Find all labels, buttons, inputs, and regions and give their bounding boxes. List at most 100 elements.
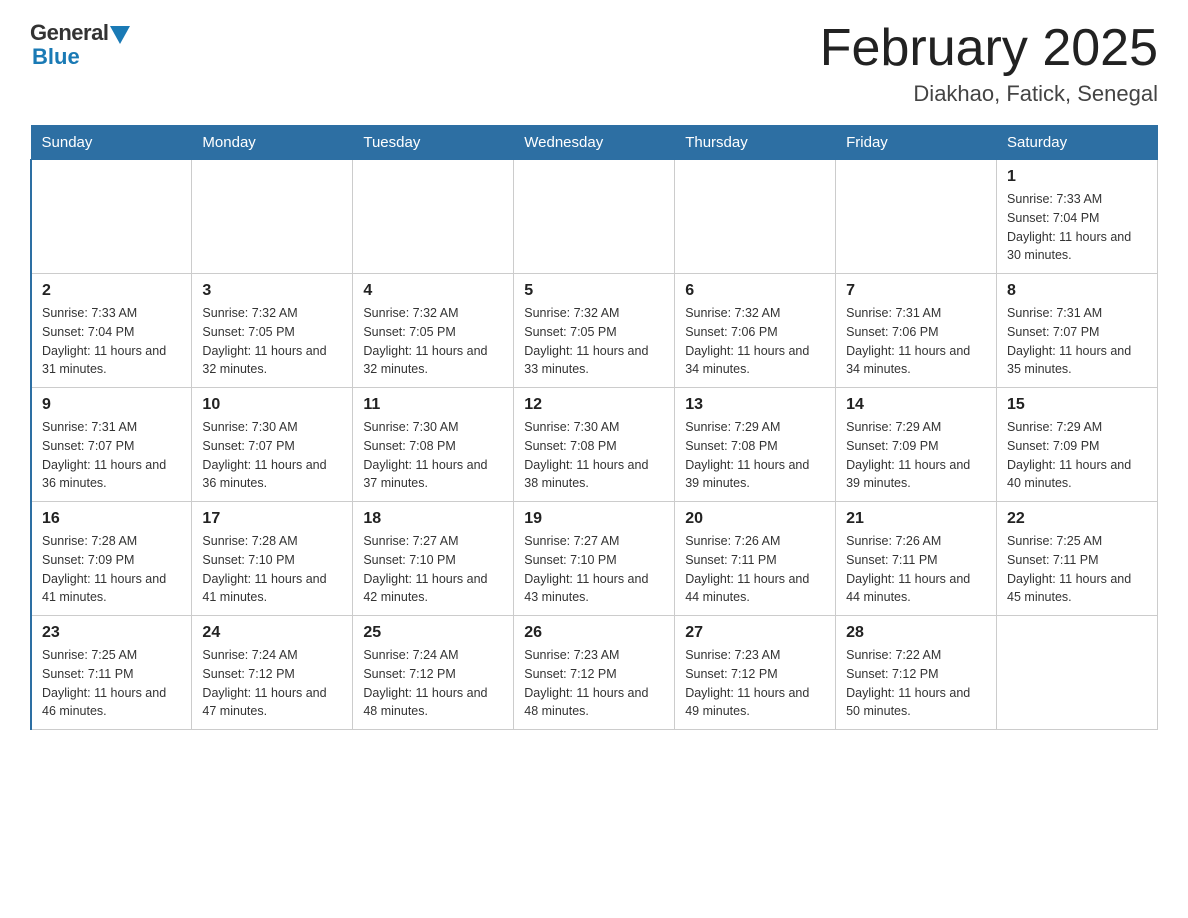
calendar-cell: 27 Sunrise: 7:23 AMSunset: 7:12 PMDayligh… <box>675 616 836 730</box>
day-number: 16 <box>42 510 181 528</box>
day-info: Sunrise: 7:31 AMSunset: 7:07 PMDaylight:… <box>42 418 181 493</box>
day-info: Sunrise: 7:25 AMSunset: 7:11 PMDaylight:… <box>1007 532 1147 607</box>
day-number: 20 <box>685 510 825 528</box>
day-info: Sunrise: 7:29 AMSunset: 7:08 PMDaylight:… <box>685 418 825 493</box>
day-info: Sunrise: 7:24 AMSunset: 7:12 PMDaylight:… <box>202 646 342 721</box>
calendar-cell: 11 Sunrise: 7:30 AMSunset: 7:08 PMDayligh… <box>353 388 514 502</box>
calendar-table: SundayMondayTuesdayWednesdayThursdayFrid… <box>30 125 1158 730</box>
day-info: Sunrise: 7:23 AMSunset: 7:12 PMDaylight:… <box>685 646 825 721</box>
calendar-cell: 2Sunrise: 7:33 AMSunset: 7:04 PMDaylight… <box>31 274 192 388</box>
calendar-cell: 16 Sunrise: 7:28 AMSunset: 7:09 PMDayligh… <box>31 502 192 616</box>
calendar-cell: 17Sunrise: 7:28 AMSunset: 7:10 PMDayligh… <box>192 502 353 616</box>
day-number: 19 <box>524 510 664 528</box>
day-number: 5 <box>524 282 664 300</box>
day-info: Sunrise: 7:32 AMSunset: 7:05 PMDaylight:… <box>363 304 503 379</box>
calendar-cell: 21 Sunrise: 7:26 AMSunset: 7:11 PMDayligh… <box>836 502 997 616</box>
day-info: Sunrise: 7:29 AMSunset: 7:09 PMDaylight:… <box>1007 418 1147 493</box>
day-info: Sunrise: 7:33 AMSunset: 7:04 PMDaylight:… <box>1007 190 1147 265</box>
day-number: 24 <box>202 624 342 642</box>
page-header: General Blue February 2025 Diakhao, Fati… <box>30 20 1158 107</box>
calendar-cell: 13 Sunrise: 7:29 AMSunset: 7:08 PMDayligh… <box>675 388 836 502</box>
day-number: 17 <box>202 510 342 528</box>
day-info: Sunrise: 7:22 AMSunset: 7:12 PMDaylight:… <box>846 646 986 721</box>
calendar-cell: 19 Sunrise: 7:27 AMSunset: 7:10 PMDayligh… <box>514 502 675 616</box>
calendar-cell: 15 Sunrise: 7:29 AMSunset: 7:09 PMDayligh… <box>997 388 1158 502</box>
day-info: Sunrise: 7:26 AMSunset: 7:11 PMDaylight:… <box>846 532 986 607</box>
day-number: 14 <box>846 396 986 414</box>
weekday-header-monday: Monday <box>192 126 353 160</box>
day-info: Sunrise: 7:27 AMSunset: 7:10 PMDaylight:… <box>363 532 503 607</box>
day-info: Sunrise: 7:29 AMSunset: 7:09 PMDaylight:… <box>846 418 986 493</box>
day-number: 6 <box>685 282 825 300</box>
weekday-header-tuesday: Tuesday <box>353 126 514 160</box>
calendar-cell: 9 Sunrise: 7:31 AMSunset: 7:07 PMDaylight… <box>31 388 192 502</box>
month-title: February 2025 <box>820 20 1158 77</box>
day-number: 7 <box>846 282 986 300</box>
weekday-header-sunday: Sunday <box>31 126 192 160</box>
weekday-header-wednesday: Wednesday <box>514 126 675 160</box>
day-number: 10 <box>202 396 342 414</box>
day-number: 26 <box>524 624 664 642</box>
day-number: 15 <box>1007 396 1147 414</box>
calendar-week-row: 9 Sunrise: 7:31 AMSunset: 7:07 PMDaylight… <box>31 388 1158 502</box>
logo: General Blue <box>30 20 130 70</box>
day-number: 18 <box>363 510 503 528</box>
logo-general-text: General <box>30 20 108 46</box>
day-info: Sunrise: 7:28 AMSunset: 7:09 PMDaylight:… <box>42 532 181 607</box>
day-info: Sunrise: 7:31 AMSunset: 7:06 PMDaylight:… <box>846 304 986 379</box>
day-number: 9 <box>42 396 181 414</box>
day-number: 23 <box>42 624 181 642</box>
logo-blue-text: Blue <box>32 44 80 70</box>
calendar-cell: 3Sunrise: 7:32 AMSunset: 7:05 PMDaylight… <box>192 274 353 388</box>
calendar-cell: 23 Sunrise: 7:25 AMSunset: 7:11 PMDayligh… <box>31 616 192 730</box>
day-info: Sunrise: 7:30 AMSunset: 7:07 PMDaylight:… <box>202 418 342 493</box>
weekday-header-friday: Friday <box>836 126 997 160</box>
day-number: 28 <box>846 624 986 642</box>
calendar-cell: 28 Sunrise: 7:22 AMSunset: 7:12 PMDayligh… <box>836 616 997 730</box>
day-info: Sunrise: 7:32 AMSunset: 7:05 PMDaylight:… <box>524 304 664 379</box>
day-info: Sunrise: 7:30 AMSunset: 7:08 PMDaylight:… <box>363 418 503 493</box>
calendar-cell: 7 Sunrise: 7:31 AMSunset: 7:06 PMDaylight… <box>836 274 997 388</box>
day-number: 25 <box>363 624 503 642</box>
calendar-cell: 12 Sunrise: 7:30 AMSunset: 7:08 PMDayligh… <box>514 388 675 502</box>
calendar-cell: 8 Sunrise: 7:31 AMSunset: 7:07 PMDaylight… <box>997 274 1158 388</box>
calendar-cell <box>353 160 514 274</box>
day-info: Sunrise: 7:25 AMSunset: 7:11 PMDaylight:… <box>42 646 181 721</box>
day-info: Sunrise: 7:30 AMSunset: 7:08 PMDaylight:… <box>524 418 664 493</box>
logo-triangle-icon <box>110 26 130 44</box>
calendar-cell <box>31 160 192 274</box>
day-number: 27 <box>685 624 825 642</box>
calendar-cell: 26 Sunrise: 7:23 AMSunset: 7:12 PMDayligh… <box>514 616 675 730</box>
day-number: 11 <box>363 396 503 414</box>
calendar-cell: 10 Sunrise: 7:30 AMSunset: 7:07 PMDayligh… <box>192 388 353 502</box>
day-info: Sunrise: 7:31 AMSunset: 7:07 PMDaylight:… <box>1007 304 1147 379</box>
calendar-header-row: SundayMondayTuesdayWednesdayThursdayFrid… <box>31 126 1158 160</box>
calendar-cell: 18 Sunrise: 7:27 AMSunset: 7:10 PMDayligh… <box>353 502 514 616</box>
calendar-cell: 14 Sunrise: 7:29 AMSunset: 7:09 PMDayligh… <box>836 388 997 502</box>
day-info: Sunrise: 7:26 AMSunset: 7:11 PMDaylight:… <box>685 532 825 607</box>
day-number: 12 <box>524 396 664 414</box>
calendar-cell: 20 Sunrise: 7:26 AMSunset: 7:11 PMDayligh… <box>675 502 836 616</box>
calendar-cell: 24 Sunrise: 7:24 AMSunset: 7:12 PMDayligh… <box>192 616 353 730</box>
day-info: Sunrise: 7:23 AMSunset: 7:12 PMDaylight:… <box>524 646 664 721</box>
day-number: 13 <box>685 396 825 414</box>
day-number: 8 <box>1007 282 1147 300</box>
calendar-cell: 25 Sunrise: 7:24 AMSunset: 7:12 PMDayligh… <box>353 616 514 730</box>
calendar-cell: 4 Sunrise: 7:32 AMSunset: 7:05 PMDaylight… <box>353 274 514 388</box>
calendar-cell <box>514 160 675 274</box>
day-info: Sunrise: 7:27 AMSunset: 7:10 PMDaylight:… <box>524 532 664 607</box>
day-number: 21 <box>846 510 986 528</box>
calendar-week-row: 2Sunrise: 7:33 AMSunset: 7:04 PMDaylight… <box>31 274 1158 388</box>
day-number: 22 <box>1007 510 1147 528</box>
weekday-header-thursday: Thursday <box>675 126 836 160</box>
day-number: 4 <box>363 282 503 300</box>
title-block: February 2025 Diakhao, Fatick, Senegal <box>820 20 1158 107</box>
day-info: Sunrise: 7:24 AMSunset: 7:12 PMDaylight:… <box>363 646 503 721</box>
calendar-cell <box>836 160 997 274</box>
day-number: 1 <box>1007 168 1147 186</box>
calendar-cell <box>192 160 353 274</box>
calendar-week-row: 16 Sunrise: 7:28 AMSunset: 7:09 PMDayligh… <box>31 502 1158 616</box>
day-number: 2 <box>42 282 181 300</box>
day-info: Sunrise: 7:32 AMSunset: 7:05 PMDaylight:… <box>202 304 342 379</box>
calendar-cell <box>997 616 1158 730</box>
